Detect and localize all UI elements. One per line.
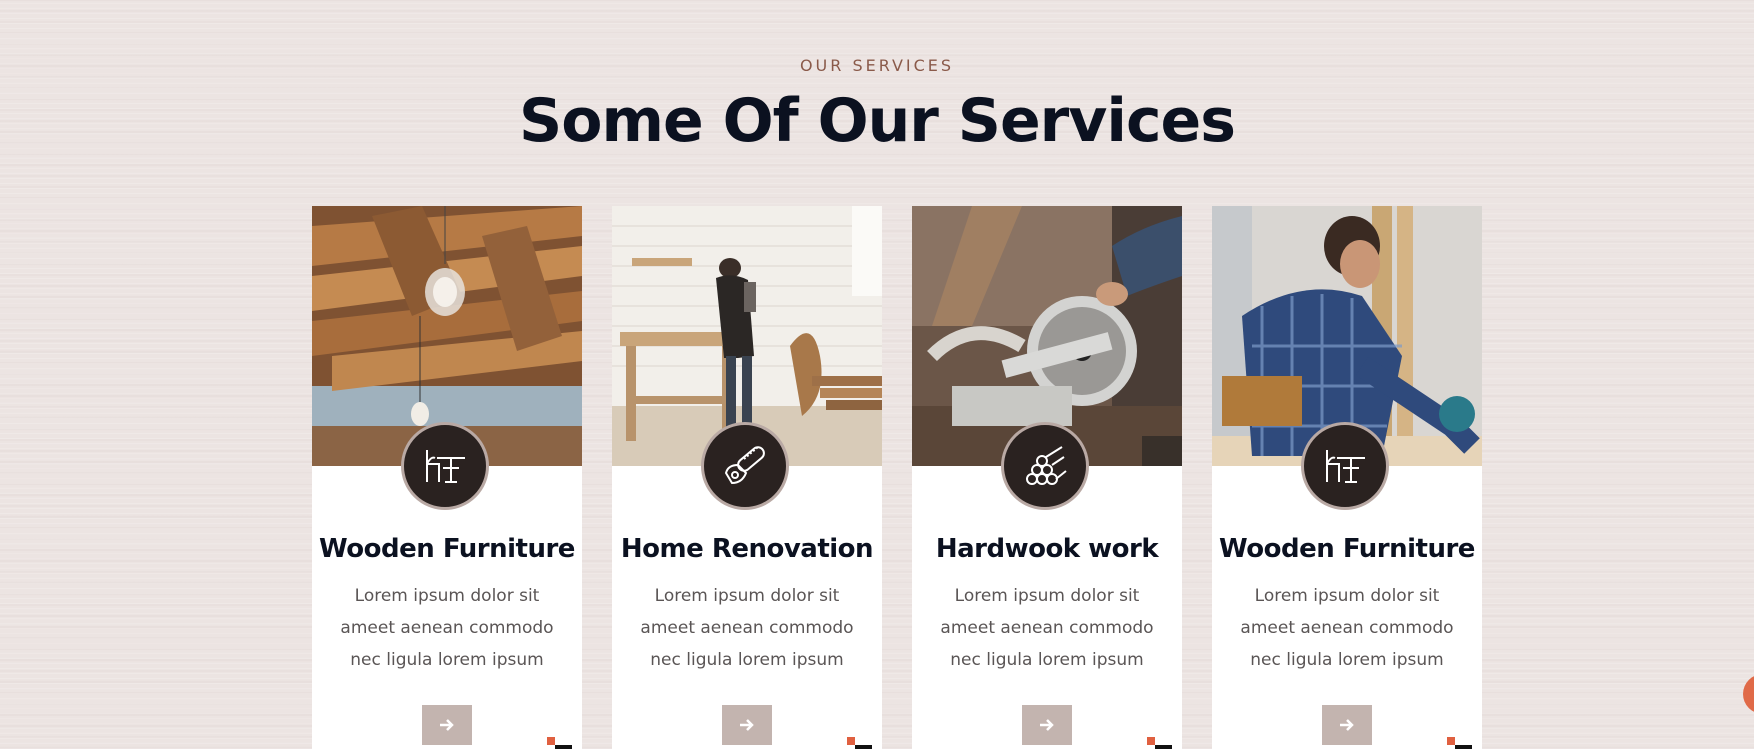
corner-accent-dark: [1455, 745, 1472, 749]
chainsaw-icon: [701, 422, 789, 510]
card-description: Lorem ipsum dolor sit ameet aenean commo…: [340, 586, 554, 670]
card-title: Home Renovation: [620, 534, 874, 564]
corner-accent: [547, 737, 555, 745]
arrow-right-icon: [1040, 719, 1054, 731]
service-card: Wooden Furniture Lorem ipsum dolor sit a…: [1212, 206, 1482, 749]
card-title: Hardwook work: [935, 534, 1159, 564]
corner-accent-dark: [555, 745, 572, 749]
arrow-right-icon: [740, 719, 754, 731]
services-cards: Wooden Furniture Lorem ipsum dolor sit a…: [312, 206, 1482, 749]
card-description: Lorem ipsum dolor sit ameet aenean commo…: [940, 586, 1154, 670]
service-card: Home Renovation Lorem ipsum dolor sit am…: [612, 206, 882, 749]
read-more-button[interactable]: [422, 705, 472, 745]
section-label: OUR SERVICES: [799, 56, 955, 75]
corner-accent: [1447, 737, 1455, 745]
card-description: Lorem ipsum dolor sit ameet aenean commo…: [1240, 586, 1454, 670]
corner-accent-dark: [1155, 745, 1172, 749]
corner-accent: [1147, 737, 1155, 745]
service-card: Wooden Furniture Lorem ipsum dolor sit a…: [312, 206, 582, 749]
table-chair-icon: [1301, 422, 1389, 510]
section-title: Some Of Our Services: [519, 86, 1236, 156]
card-title: Wooden Furniture: [319, 534, 575, 564]
corner-accent-dark: [855, 745, 872, 749]
wood-logs-icon: [1001, 422, 1089, 510]
table-chair-icon: [401, 422, 489, 510]
card-title: Wooden Furniture: [1219, 534, 1475, 564]
floating-action-button[interactable]: [1743, 674, 1754, 714]
corner-accent: [847, 737, 855, 745]
arrow-right-icon: [1340, 719, 1354, 731]
card-description: Lorem ipsum dolor sit ameet aenean commo…: [640, 586, 854, 670]
service-card: Hardwook work Lorem ipsum dolor sit amee…: [912, 206, 1182, 749]
read-more-button[interactable]: [722, 705, 772, 745]
arrow-right-icon: [440, 719, 454, 731]
read-more-button[interactable]: [1022, 705, 1072, 745]
read-more-button[interactable]: [1322, 705, 1372, 745]
